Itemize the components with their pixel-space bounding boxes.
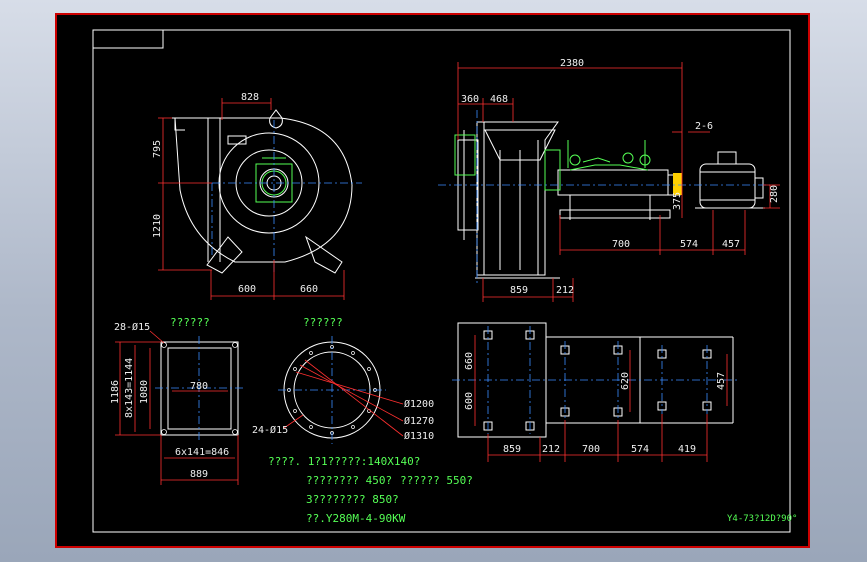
inlet-d1270: Ø1270 (404, 415, 434, 427)
base-dim-574: 574 (631, 444, 649, 455)
inlet-flange-centerlines (278, 336, 386, 444)
outlet-dim-6x141: 6x141=846 (175, 447, 229, 458)
base-dim-620: 620 (620, 372, 631, 390)
outlet-dim-1080: 1080 (139, 380, 150, 404)
side-dim-468: 468 (490, 94, 508, 105)
side-dim-574: 574 (680, 239, 698, 250)
base-dim-600: 600 (464, 392, 475, 410)
outlet-flange-title: ?????? (170, 316, 210, 329)
technical-notes: ????. 1?1?????:140X140? ???????? 450? ??… (268, 455, 473, 525)
base-plan: 660 600 620 457 859 212 700 574 419 (452, 322, 740, 462)
front-dim-bottom-left: 600 (238, 284, 256, 295)
front-dim-top: 828 (241, 92, 259, 103)
inlet-flange-title: ?????? (303, 316, 343, 329)
base-plan-dimensions (474, 335, 728, 462)
side-view: 2380 360 468 2-6 375 280 700 574 457 859… (438, 58, 780, 302)
inlet-d1310: Ø1310 (404, 430, 434, 442)
side-dim-700: 700 (612, 239, 630, 250)
outlet-dim-780: 780 (190, 381, 208, 392)
coupling-icon (673, 173, 682, 195)
note-line-3: 3???????? 850? (306, 493, 399, 506)
inlet-flange: ?????? Ø1200 Ø1270 Ø1310 24-Ø15 (252, 316, 434, 444)
front-view-geometry (172, 109, 353, 274)
inlet-flange-dimensions (283, 359, 404, 437)
front-dim-left-lower: 1210 (152, 214, 163, 238)
side-view-geometry (457, 121, 765, 279)
base-dim-859: 859 (503, 444, 521, 455)
outlet-dim-8x143: 8x143=1144 (124, 358, 135, 418)
side-dim-overall: 2380 (560, 58, 584, 69)
side-dim-360: 360 (461, 94, 479, 105)
front-view-centerlines (211, 120, 362, 275)
inlet-flange-holes: 24-Ø15 (252, 424, 288, 436)
side-dim-859: 859 (510, 285, 528, 296)
base-dim-700: 700 (582, 444, 600, 455)
side-dim-212: 212 (556, 285, 574, 296)
note-line-4: ??.Y280M-4-90KW (306, 512, 406, 525)
outlet-flange: ?????? 28-Ø15 1186 8x143=1144 1080 780 6… (110, 316, 245, 485)
base-plan-geometry (457, 322, 734, 438)
corner-stamp (92, 29, 164, 49)
front-dim-left-upper: 795 (152, 140, 163, 158)
front-view: 828 795 1210 600 660 (152, 92, 362, 300)
outlet-flange-holes: 28-Ø15 (114, 321, 150, 333)
base-dim-457: 457 (716, 372, 727, 390)
outlet-dim-1186: 1186 (110, 380, 121, 404)
front-dim-bottom-right: 660 (300, 284, 318, 295)
note-line-2: ???????? 450? (306, 474, 392, 487)
base-dim-660: 660 (464, 352, 475, 370)
side-dim-375: 375 (672, 192, 683, 210)
cad-drawing: 828 795 1210 600 660 2380 360 468 2-6 37… (92, 29, 797, 533)
side-dim-280: 280 (769, 185, 780, 203)
outlet-dim-889: 889 (190, 469, 208, 480)
base-plan-centerlines (452, 326, 740, 434)
title-block-label: Y4-73?12D?90° (727, 514, 797, 524)
base-plan-anchors (483, 330, 712, 431)
base-dim-419: 419 (678, 444, 696, 455)
base-dim-212: 212 (542, 444, 560, 455)
note-line-2b: ?????? 550? (400, 474, 473, 487)
note-line-1: ????. 1?1?????:140X140? (268, 455, 420, 468)
side-dim-2-6: 2-6 (695, 121, 713, 132)
side-dim-457: 457 (722, 239, 740, 250)
inlet-d1200: Ø1200 (404, 398, 434, 410)
